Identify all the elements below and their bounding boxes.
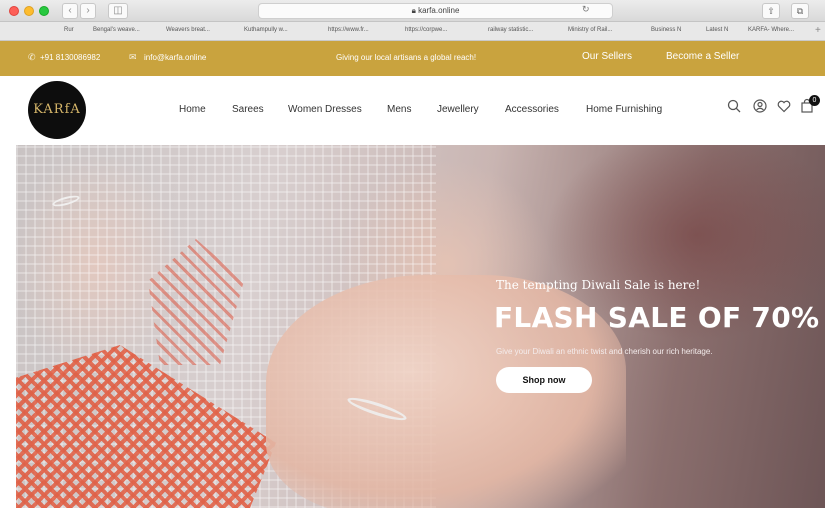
nav-accessories[interactable]: Accessories (505, 104, 559, 115)
tagline: Giving our local artisans a global reach… (336, 53, 477, 62)
hero-subtitle: The tempting Diwali Sale is here! (496, 278, 701, 292)
bookmark-item[interactable]: KARFA- Where... (748, 27, 794, 33)
phone-number[interactable]: +91 8130086982 (40, 53, 100, 62)
nav-home-furnishing[interactable]: Home Furnishing (586, 104, 662, 115)
share-icon[interactable]: ⇧ (762, 3, 780, 19)
our-sellers-link[interactable]: Our Sellers (582, 51, 632, 62)
window-minimize-button[interactable] (24, 6, 34, 16)
bookmark-item[interactable]: Business N (651, 27, 681, 33)
browser-back-button[interactable]: ‹ (62, 3, 78, 19)
window-close-button[interactable] (9, 6, 19, 16)
add-bookmark-icon[interactable]: + (815, 25, 821, 36)
bookmark-item[interactable]: Weavers breat... (166, 27, 210, 33)
hero-title: FLASH SALE OF 70% (494, 301, 820, 334)
bookmark-item[interactable]: Latest N (706, 27, 728, 33)
bookmark-item[interactable]: Kuthampully w... (244, 27, 288, 33)
nav-mens[interactable]: Mens (387, 104, 411, 115)
page: ‹ › ◫ 🔒︎ karfa.online ↻ ⇧ ⧉ Rur Bengal's… (0, 0, 825, 508)
nav-women-dresses[interactable]: Women Dresses (288, 104, 362, 115)
browser-forward-button[interactable]: › (80, 3, 96, 19)
site-header: KARfA Home Sarees Women Dresses Mens Jew… (0, 76, 825, 146)
bookmark-item[interactable]: Rur (64, 27, 74, 33)
wishlist-heart-icon[interactable] (776, 98, 792, 114)
address-text: karfa.online (418, 6, 460, 15)
bookmark-item[interactable]: Bengal's weave... (93, 27, 140, 33)
bookmark-item[interactable]: Ministry of Rail... (568, 27, 612, 33)
lock-icon: 🔒︎ (411, 6, 416, 15)
search-icon[interactable] (726, 98, 742, 114)
address-bar[interactable]: 🔒︎ karfa.online (258, 3, 613, 19)
reload-icon[interactable]: ↻ (582, 4, 590, 15)
sidebar-toggle-icon[interactable]: ◫ (108, 3, 128, 19)
cart-count-badge: 0 (809, 95, 820, 106)
window-zoom-button[interactable] (39, 6, 49, 16)
account-icon[interactable] (752, 98, 768, 114)
browser-titlebar: ‹ › ◫ 🔒︎ karfa.online ↻ ⇧ ⧉ (0, 0, 825, 22)
bookmark-item[interactable]: https://www.fr... (328, 27, 369, 33)
tab-overview-icon[interactable]: ⧉ (791, 3, 809, 19)
hero-banner: The tempting Diwali Sale is here! FLASH … (16, 145, 825, 508)
become-seller-link[interactable]: Become a Seller (666, 51, 739, 62)
mail-icon: ✉ (129, 52, 137, 62)
shop-now-button[interactable]: Shop now (496, 367, 592, 393)
bookmarks-bar: Rur Bengal's weave... Weavers breat... K… (0, 22, 825, 41)
bookmark-item[interactable]: railway statistic... (488, 27, 533, 33)
nav-home[interactable]: Home (179, 104, 206, 115)
hero-description: Give your Diwali an ethnic twist and che… (496, 347, 713, 356)
bookmark-item[interactable]: https://corpwe... (405, 27, 447, 33)
nav-jewellery[interactable]: Jewellery (437, 104, 479, 115)
nav-sarees[interactable]: Sarees (232, 104, 264, 115)
karfa-logo[interactable]: KARfA (28, 81, 86, 139)
announcement-bar: ✆ +91 8130086982 ✉ info@karfa.online Giv… (0, 41, 825, 76)
email-link[interactable]: info@karfa.online (144, 53, 206, 62)
phone-icon: ✆ (28, 52, 36, 62)
